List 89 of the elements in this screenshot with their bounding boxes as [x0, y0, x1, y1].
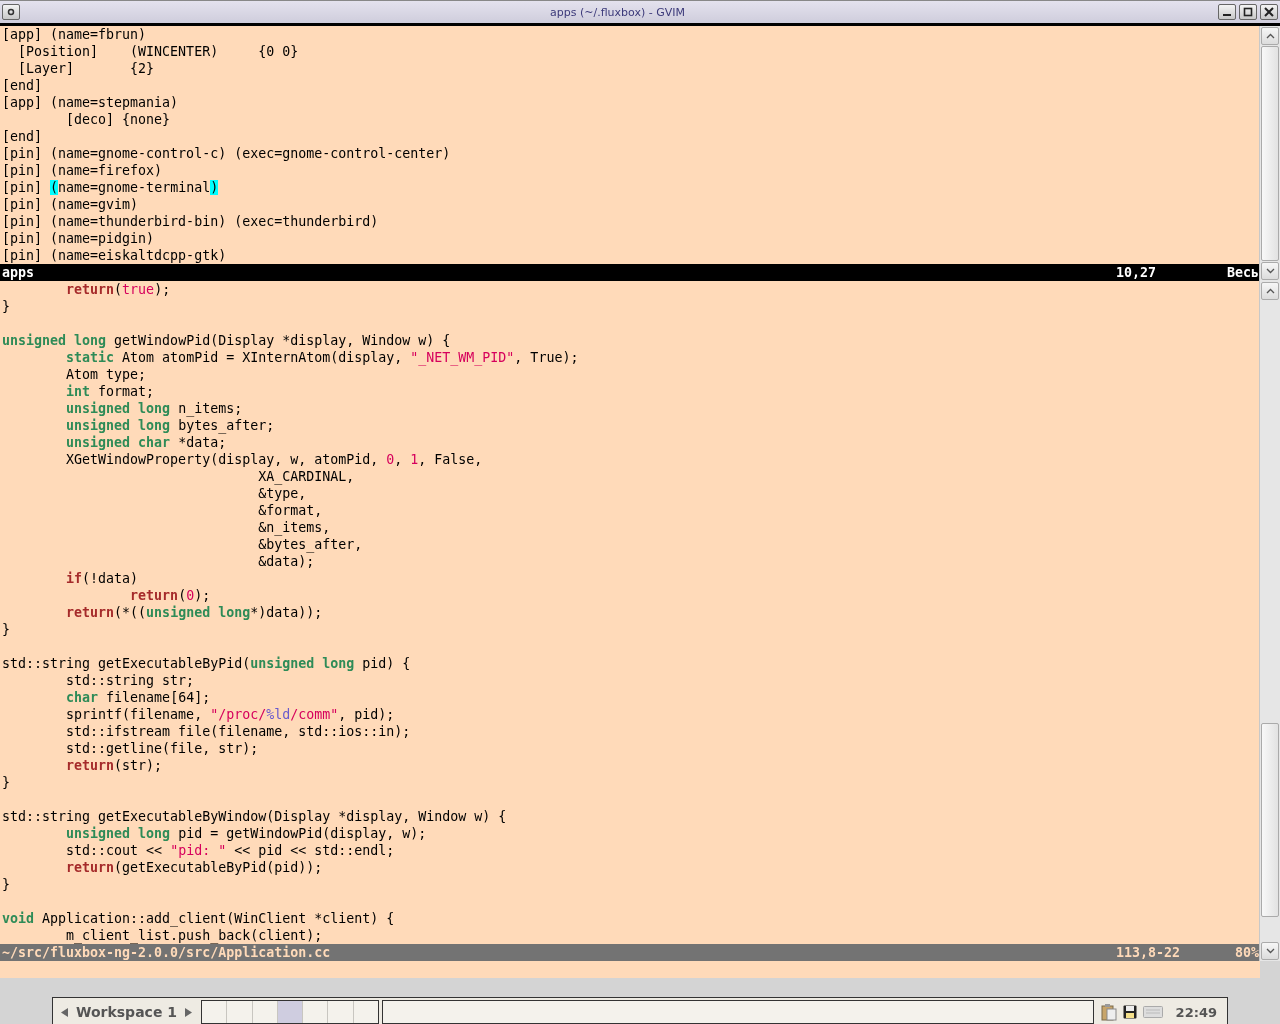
code-line: [end] [2, 128, 44, 145]
left-arrow-icon[interactable] [61, 1007, 68, 1017]
scroll-up-button[interactable] [1261, 27, 1279, 45]
code-line: [pin] (name=pidgin) [2, 230, 156, 247]
code-line: m_client_list.push_back(client); [65, 927, 324, 944]
code-line: std::ifstream file(filename, std::ios::in); [65, 723, 412, 740]
code-line: [Layer] {2} [17, 60, 156, 77]
code-line: } [2, 774, 11, 791]
code-line: int format; [65, 383, 156, 400]
code-line: [deco] {none} [65, 111, 172, 128]
code-line: } [2, 621, 11, 638]
code-line: return(true); [65, 281, 172, 298]
code-line: char filename[64]; [65, 689, 212, 706]
code-line: XA_CARDINAL, [257, 468, 356, 485]
scrollbar-thumb[interactable] [1261, 46, 1279, 261]
code-line: } [2, 298, 11, 315]
code-line: std::string getExecutableByWindow(Display *display, Window w) { [2, 808, 508, 825]
code-line: } [2, 876, 11, 893]
scrollbar[interactable] [1259, 26, 1280, 281]
workspace-pager-cell[interactable] [303, 1001, 329, 1023]
code-line: [pin] (name=eiskaltdcpp-gtk) [2, 247, 228, 264]
code-line: Atom type; [65, 366, 148, 383]
clock: 22:49 [1174, 1003, 1218, 1022]
workspace-name[interactable]: Workspace 1 [76, 1004, 177, 1020]
code-line: &bytes_after, [257, 536, 364, 553]
code-line: &format, [257, 502, 324, 519]
cursor-position: 113,8-22 [1116, 944, 1182, 961]
window-title: apps (~/.fluxbox) - GVIM [549, 5, 686, 19]
code-line: unsigned long bytes_after; [65, 417, 276, 434]
workspace-pager-cell[interactable] [328, 1001, 354, 1023]
chevron-down-icon [1265, 268, 1275, 274]
scroll-down-button[interactable] [1261, 262, 1279, 280]
code-line: std::string str; [65, 672, 196, 689]
code-line: return(getExecutableByPid(pid)); [65, 859, 324, 876]
code-line: std::string getExecutableByPid(unsigned long pid) { [2, 655, 412, 672]
cursor-position: 10,27 [1116, 264, 1158, 281]
code-line: sprintf(filename, "/proc/%ld/comm", pid); [65, 706, 396, 723]
code-line: static Atom atomPid = XInternAtom(display, "_NET_WM_PID", True); [65, 349, 580, 366]
chevron-down-icon [1265, 948, 1275, 954]
chevron-up-icon [1265, 288, 1275, 294]
workspace-pager-cell[interactable] [227, 1001, 253, 1023]
scroll-position: Весь [1227, 264, 1259, 281]
code-line: unsigned long getWindowPid(Display *display, Window w) { [2, 332, 452, 349]
scroll-up-button[interactable] [1261, 282, 1279, 300]
close-icon [1264, 7, 1274, 17]
minimize-button[interactable] [1218, 4, 1236, 20]
code-line: unsigned char *data; [65, 434, 228, 451]
keyboard-icon[interactable] [1142, 1006, 1163, 1018]
code-line: XGetWindowProperty(display, w, atomPid, 0, 1, False, [65, 451, 484, 468]
code-line: [Position] (WINCENTER) {0 0} [17, 43, 300, 60]
code-line: return(str); [65, 757, 164, 774]
code-line: void Application::add_client(WinClient *client) { [2, 910, 396, 927]
code-line: [end] [2, 77, 44, 94]
code-line: [pin] (name=firefox) [2, 162, 164, 179]
code-line: if(!data) [65, 570, 140, 587]
code-line: &data); [257, 553, 316, 570]
code-line: return(*((unsigned long*)data)); [65, 604, 324, 621]
code-line: &type, [257, 485, 308, 502]
file-name: apps [2, 264, 36, 281]
code-line: [app] (name=fbrun) [2, 26, 148, 43]
workspace-pager-cell[interactable] [353, 1001, 378, 1023]
right-arrow-icon[interactable] [185, 1007, 192, 1017]
code-line: std::cout << "pid: " << pid << std::endl; [65, 842, 396, 859]
code-line: [pin] (name=gnome-control-c) (exec=gnome-control-center) [2, 145, 452, 162]
code-line: [pin] (name=gnome-terminal) [2, 179, 220, 196]
workspace-pager-cell[interactable] [202, 1001, 228, 1023]
scroll-down-button[interactable] [1261, 942, 1279, 960]
maximize-icon [1243, 7, 1253, 17]
workspace-pager-cell[interactable] [252, 1001, 278, 1023]
code-line: &n_items, [257, 519, 332, 536]
window-menu-button[interactable] [2, 4, 20, 20]
close-button[interactable] [1260, 4, 1278, 20]
code-line: unsigned long pid = getWindowPid(display, w); [65, 825, 428, 842]
code-line: return(0); [129, 587, 212, 604]
maximize-button[interactable] [1239, 4, 1257, 20]
file-name: ~/src/fluxbox-ng-2.0.0/src/Application.cc [2, 944, 332, 961]
dot-icon [7, 8, 15, 16]
code-line: [pin] (name=thunderbird-bin) (exec=thunderbird) [2, 213, 380, 230]
clipboard-icon[interactable] [1100, 1003, 1117, 1021]
workspace-pager-cell[interactable] [277, 1001, 304, 1023]
scroll-position: 80% [1233, 944, 1259, 961]
code-line: [app] (name=stepmania) [2, 94, 180, 111]
code-line: unsigned long n_items; [65, 400, 244, 417]
chevron-up-icon [1265, 33, 1275, 39]
code-line: [pin] (name=gvim) [2, 196, 140, 213]
scrollbar-thumb[interactable] [1261, 723, 1279, 918]
minimize-icon [1223, 14, 1231, 16]
scrollbar[interactable] [1259, 281, 1280, 961]
code-line: std::getline(file, str); [65, 740, 260, 757]
